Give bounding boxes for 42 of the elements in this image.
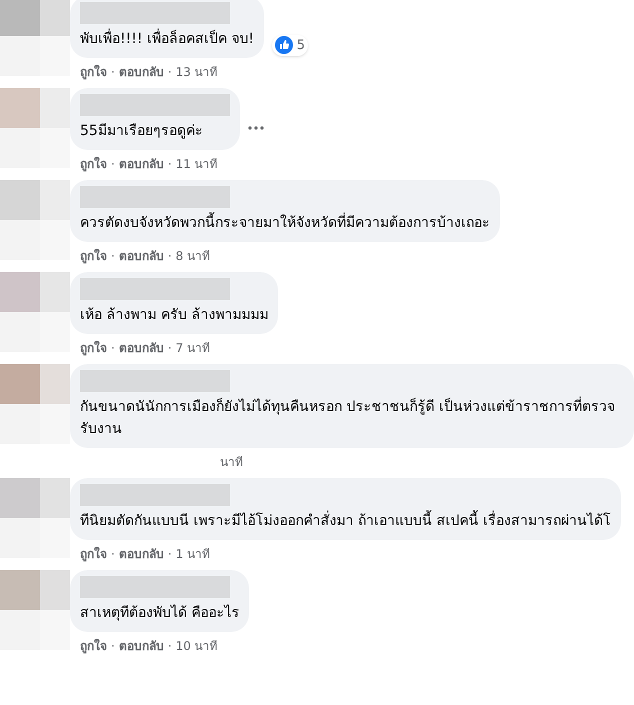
reaction-count[interactable]: 5 [272,34,308,56]
comment-time[interactable]: 13 นาที [176,64,218,80]
separator-dot: · [111,546,115,562]
comment-text: เห้อ ล้างพาม ครับ ล้างพามมมม [80,306,268,325]
comment-text: กันขนาดนันักการเมืองก็ยังไม่ได้ทุนคืนหรอก ประชาชนก็รู้ดี เป็นห่วงแต่ข้าราชการที่ตรวจรับงาน [80,396,624,440]
like-link[interactable]: ถูกใจ [80,64,107,80]
like-link[interactable]: ถูกใจ [80,340,107,356]
separator-dot: · [111,638,115,654]
comment-text: ควรตัดงบจังหวัดพวกนี้กระจายมาให้จังหวัดที่มีความต้องการบ้างเถอะ [80,212,490,234]
comment-text: สาเหตุทีต้องพับได้ คืออะไร [80,604,240,623]
comment-time[interactable]: นาที [220,454,243,470]
comment-time[interactable]: 10 นาที [176,638,218,654]
reply-link[interactable]: ตอบกลับ [118,64,164,80]
reply-link[interactable]: ตอบกลับ [118,638,164,654]
like-link[interactable]: ถูกใจ [80,156,107,172]
reply-link[interactable]: ตอบกลับ [118,156,164,172]
reply-link[interactable]: ตอบกลับ [118,546,164,562]
reaction-number: 5 [296,36,305,54]
thumbs-up-icon [274,36,293,54]
comment-text: พับเพื่อ!!!! เพื่อล็อคสเป็ค จบ! [80,28,254,50]
comment-time[interactable]: 8 นาที [176,248,210,264]
reply-link[interactable]: ตอบกลับ [118,340,164,356]
separator-dot: · [168,248,172,264]
like-link[interactable]: ถูกใจ [80,248,107,264]
separator-dot: · [168,156,172,172]
comment-time[interactable]: 11 นาที [176,156,218,172]
separator-dot: · [111,64,115,80]
comment-time[interactable]: 7 นาที [176,340,210,356]
comment-text: ทีนิยมตัดกันแบบนี เพราะมีไอ้โม่งออกคำสั่งมา ถ้าเอาแบบนี้ สเปคนี้ เรื่องสามารถผ่านได้โ [80,510,611,532]
separator-dot: · [111,156,115,172]
like-link[interactable]: ถูกใจ [80,638,107,654]
separator-dot: · [111,340,115,356]
separator-dot: · [168,546,172,562]
more-options-icon[interactable] [248,126,264,130]
comment-time[interactable]: 1 นาที [176,546,210,562]
separator-dot: · [168,64,172,80]
reply-link[interactable]: ตอบกลับ [118,248,164,264]
comment-text: 55มีมาเรือยๆรอดูค่ะ [80,122,204,141]
separator-dot: · [111,248,115,264]
like-link[interactable]: ถูกใจ [80,546,107,562]
separator-dot: · [168,638,172,654]
separator-dot: · [168,340,172,356]
